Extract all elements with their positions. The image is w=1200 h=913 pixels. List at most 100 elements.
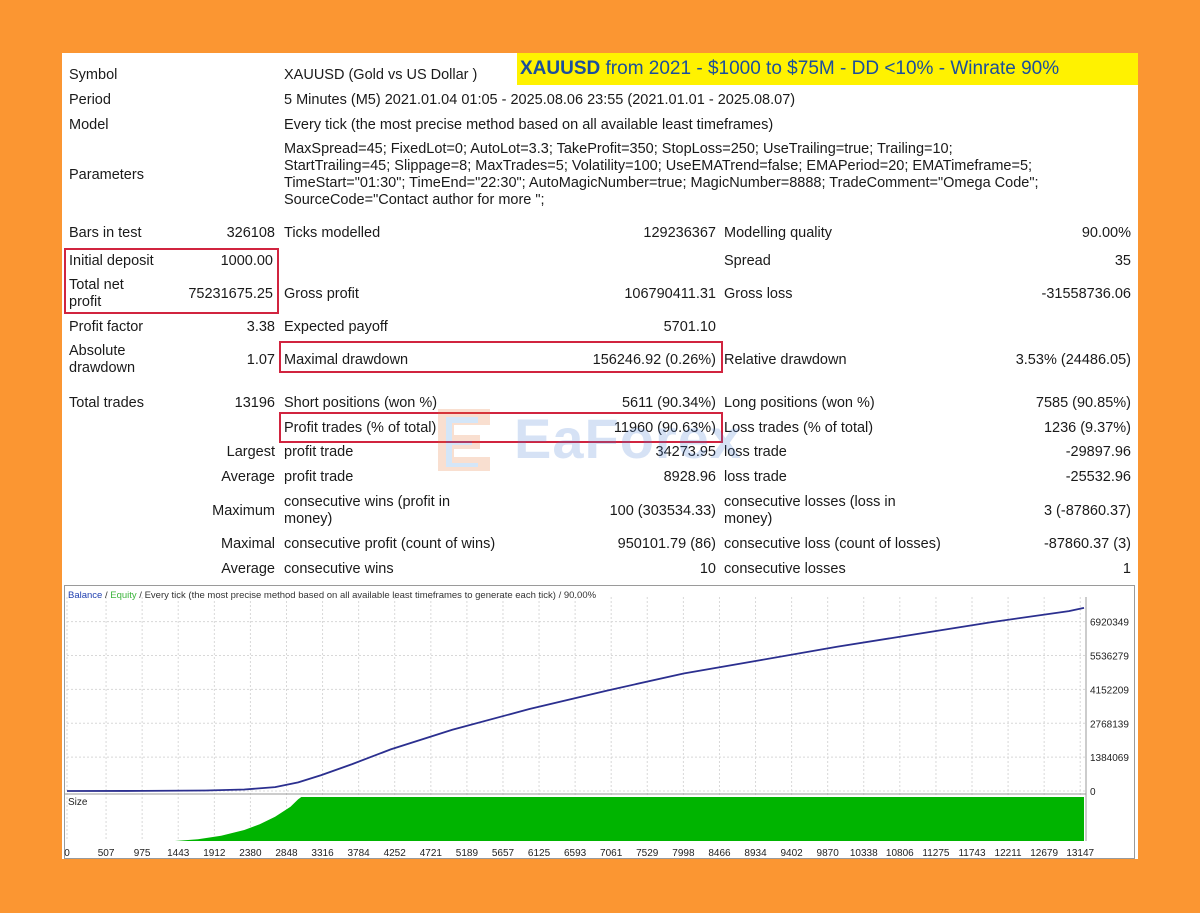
average-consecutive-label: Average <box>221 561 275 577</box>
x-tick-label: 2848 <box>275 848 298 859</box>
maximal-drawdown-label: Maximal drawdown <box>284 352 409 368</box>
relative-drawdown-value: 3.53% (24486.05) <box>1015 352 1131 368</box>
x-tick-label: 0 <box>64 848 70 859</box>
x-tick-label: 11275 <box>922 848 950 859</box>
largest-loss-value: -29897.96 <box>1065 444 1131 460</box>
profit-trades-label: Profit trades (% of total) <box>284 420 437 436</box>
consecutive-losses-label: consecutive losses (loss in <box>724 494 896 510</box>
profit-factor-label: Profit factor <box>69 319 144 335</box>
maximum-label: Maximum <box>212 503 275 519</box>
banner-pair: XAUUSD <box>520 58 601 79</box>
gross-profit-value: 106790411.31 <box>624 286 716 302</box>
gross-loss-label: Gross loss <box>724 286 793 302</box>
expected-payoff-value: 5701.10 <box>663 319 716 335</box>
initial-deposit-label: Initial deposit <box>69 253 154 269</box>
profit-factor-value: 3.38 <box>246 319 275 335</box>
ticks-value: 129236367 <box>643 225 716 241</box>
x-tick-label: 975 <box>134 848 151 859</box>
chart-header: Balance / Equity / Every tick (the most … <box>68 590 597 601</box>
x-tick-label: 7061 <box>600 848 623 859</box>
y-tick-label: 5536279 <box>1090 652 1129 663</box>
parameters-line: TimeStart="01:30"; TimeEnd="22:30"; Auto… <box>284 175 1039 191</box>
gross-profit-label: Gross profit <box>284 286 359 302</box>
balance-chart: Balance / Equity / Every tick (the most … <box>64 585 1135 859</box>
x-tick-label: 6593 <box>564 848 587 859</box>
symbol-label: Symbol <box>69 67 118 83</box>
x-tick-label: 5189 <box>456 848 479 859</box>
parameters-line: StartTrailing=45; Slippage=8; MaxTrades=… <box>284 158 1033 174</box>
consecutive-losses-label-2: money) <box>724 511 773 527</box>
absolute-drawdown-label-2: drawdown <box>69 360 136 376</box>
eaforex-logo-icon <box>438 409 490 471</box>
parameters-line: MaxSpread=45; FixedLot=0; AutoLot=3.3; T… <box>284 141 953 157</box>
x-tick-label: 13147 <box>1066 848 1094 859</box>
x-tick-label: 7998 <box>672 848 695 859</box>
test-report: XAUUSD from 2021 - $1000 to $75M - DD <1… <box>62 53 1138 859</box>
x-tick-label: 1443 <box>167 848 190 859</box>
consecutive-profit-label: consecutive profit (count of wins) <box>284 536 496 552</box>
total-net-profit-label: Total net <box>69 277 124 293</box>
maximal-label: Maximal <box>221 536 275 552</box>
largest-profit-label: profit trade <box>284 444 354 460</box>
x-tick-label: 9402 <box>780 848 803 859</box>
consecutive-wins-label-2: money) <box>284 511 333 527</box>
total-trades-value: 13196 <box>234 395 275 411</box>
x-axis-ticks: 0 507 975 1443 1912 2380 2848 3316 3784 4252 4721 5… <box>64 848 1094 859</box>
x-tick-label: 3784 <box>348 848 371 859</box>
legend-balance: Balance <box>68 590 102 601</box>
gross-loss-value: -31558736.06 <box>1041 286 1132 302</box>
x-tick-label: 10338 <box>850 848 878 859</box>
average-loss-value: -25532.96 <box>1065 469 1131 485</box>
average-consecutive-wins-value: 10 <box>699 561 716 577</box>
size-area <box>174 797 1084 841</box>
symbol-value: XAUUSD (Gold vs US Dollar ) <box>284 67 478 83</box>
y-tick-label: 4152209 <box>1090 685 1129 696</box>
x-tick-label: 4721 <box>420 848 443 859</box>
model-value: Every tick (the most precise method base… <box>284 117 774 133</box>
expected-payoff-label: Expected payoff <box>284 319 388 335</box>
x-tick-label: 11743 <box>958 848 986 859</box>
consecutive-wins-value: 100 (303534.33) <box>609 503 716 519</box>
parameters-label: Parameters <box>69 167 144 183</box>
average-label: Average <box>221 469 275 485</box>
y-tick-label: 6920349 <box>1090 618 1129 629</box>
x-tick-label: 8934 <box>744 848 767 859</box>
average-consecutive-losses-label: consecutive losses <box>724 561 846 577</box>
x-tick-label: 10806 <box>886 848 914 859</box>
size-panel-label: Size <box>68 797 88 808</box>
average-consecutive-wins-label: consecutive wins <box>284 561 394 577</box>
parameters-line: SourceCode="Contact author for more "; <box>284 192 545 208</box>
period-label: Period <box>69 92 111 108</box>
x-tick-label: 507 <box>98 848 115 859</box>
total-net-profit-value: 75231675.25 <box>188 286 273 302</box>
x-tick-label: 12679 <box>1030 848 1058 859</box>
largest-label: Largest <box>226 444 275 460</box>
loss-trades-value: 1236 (9.37%) <box>1043 420 1131 436</box>
consecutive-profit-value: 950101.79 (86) <box>617 536 716 552</box>
average-consecutive-losses-value: 1 <box>1122 561 1131 577</box>
ticks-label: Ticks modelled <box>284 225 381 241</box>
absolute-drawdown-label: Absolute <box>69 343 126 359</box>
y-tick-label: 0 <box>1090 787 1096 798</box>
x-tick-label: 1912 <box>203 848 226 859</box>
x-tick-label: 3316 <box>311 848 334 859</box>
banner-rest: from 2021 - $1000 to $75M - DD <10% - Wi… <box>605 58 1060 79</box>
average-profit-label: profit trade <box>284 469 354 485</box>
watermark: EaForex <box>432 405 762 477</box>
total-trades-label: Total trades <box>69 395 144 411</box>
x-tick-label: 2380 <box>239 848 262 859</box>
x-tick-label: 9870 <box>817 848 840 859</box>
bars-value: 326108 <box>226 225 275 241</box>
model-label: Model <box>69 117 109 133</box>
x-tick-label: 5657 <box>492 848 515 859</box>
y-tick-label: 1384069 <box>1090 753 1129 764</box>
total-net-profit-label-2: profit <box>69 294 102 310</box>
consecutive-wins-label: consecutive wins (profit in <box>284 494 451 510</box>
long-positions-value: 7585 (90.85%) <box>1035 395 1131 411</box>
relative-drawdown-label: Relative drawdown <box>724 352 847 368</box>
x-tick-label: 8466 <box>708 848 731 859</box>
modelling-quality-value: 90.00% <box>1081 225 1131 241</box>
y-tick-label: 2768139 <box>1090 719 1129 730</box>
period-value: 5 Minutes (M5) 2021.01.04 01:05 - 2025.0… <box>284 92 796 108</box>
initial-deposit-value: 1000.00 <box>220 253 273 269</box>
